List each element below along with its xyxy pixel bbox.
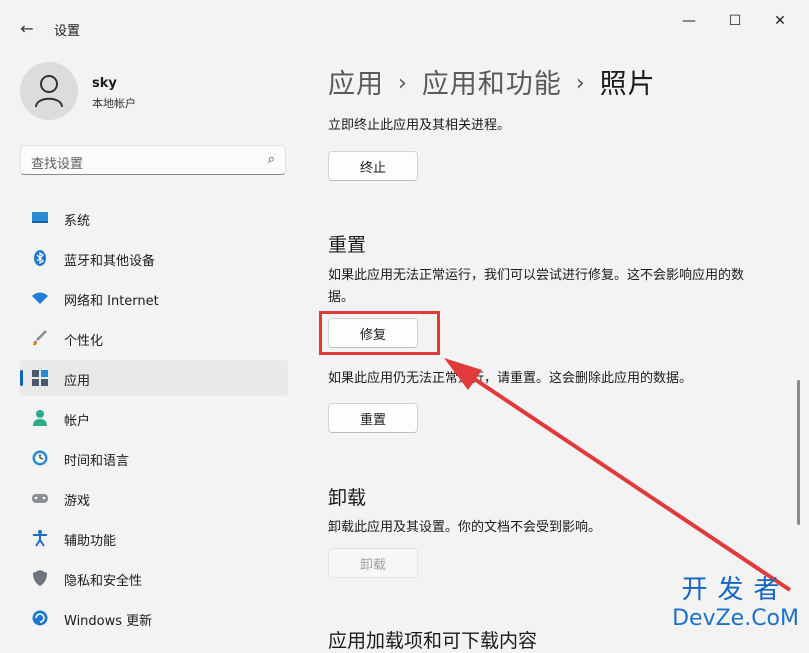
watermark-line2: DevZe.CoM [672, 606, 799, 631]
annotation-arrow [444, 358, 792, 592]
watermark-line1: 开发者 [681, 575, 790, 605]
watermark: 开发者 DevZe.CoM [672, 569, 799, 631]
